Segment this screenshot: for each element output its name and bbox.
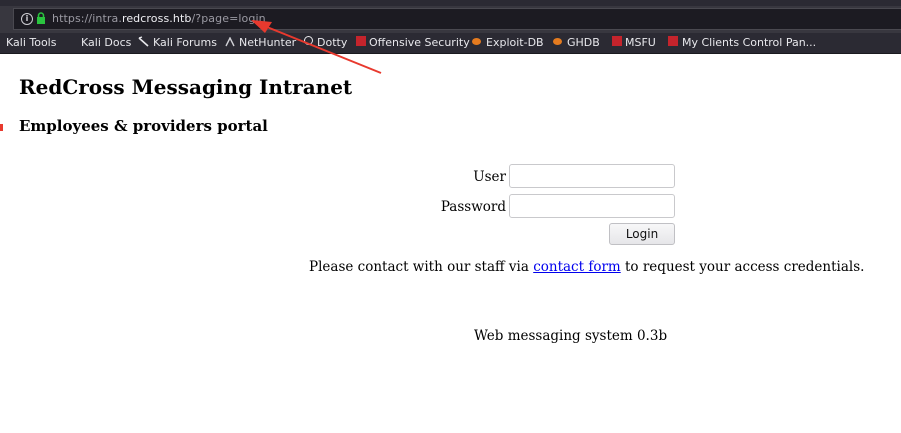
lock-icon — [37, 12, 45, 24]
password-label: Password — [440, 199, 506, 215]
contact-form-link[interactable]: contact form — [533, 259, 621, 275]
note-text-after: to request your access credentials. — [620, 259, 865, 275]
page-title: RedCross Messaging Intranet — [19, 75, 353, 99]
kali-forums-icon — [138, 36, 149, 47]
bookmark-ghdb[interactable]: GHDB — [567, 35, 600, 51]
bookmark-kali-tools[interactable]: Kali Tools — [6, 35, 56, 51]
info-icon[interactable]: i — [21, 13, 33, 25]
page-content: RedCross Messaging Intranet Employees & … — [0, 54, 901, 433]
bookmark-kali-forums[interactable]: Kali Forums — [153, 35, 217, 51]
login-button[interactable]: Login — [609, 223, 675, 245]
bookmark-exploit-db[interactable]: Exploit-DB — [486, 35, 544, 51]
address-bar[interactable]: i https://intra.redcross.htb/?page=login — [13, 8, 901, 30]
nethunter-icon — [225, 37, 235, 47]
globe-icon — [304, 36, 313, 45]
bookmarks-toolbar: Kali Tools Kali Docs Kali Forums NetHunt… — [0, 33, 901, 79]
navigation-toolbar: i https://intra.redcross.htb/?page=login — [0, 6, 901, 33]
ghdb-icon — [553, 38, 562, 45]
bookmark-dotty[interactable]: Dotty — [317, 35, 347, 51]
access-note: Please contact with our staff via contac… — [309, 258, 864, 276]
user-input[interactable] — [509, 164, 675, 188]
page-subtitle: Employees & providers portal — [19, 117, 268, 135]
offsec-icon — [356, 36, 366, 46]
bookmark-nethunter[interactable]: NetHunter — [239, 35, 296, 51]
bookmark-offensive-security[interactable]: Offensive Security — [369, 35, 470, 51]
note-text-before: Please contact with our staff via — [309, 259, 534, 275]
password-input[interactable] — [509, 194, 675, 218]
bookmark-my-clients-control-panel[interactable]: My Clients Control Pan... — [682, 35, 816, 51]
bookmark-msfu[interactable]: MSFU — [625, 35, 656, 51]
offsec-icon — [612, 36, 622, 46]
exploitdb-icon — [472, 38, 481, 45]
url-text: https://intra.redcross.htb/?page=login — [52, 12, 266, 25]
annotation-mark — [0, 124, 3, 131]
user-label: User — [473, 169, 506, 185]
bookmark-kali-docs[interactable]: Kali Docs — [81, 35, 131, 51]
footer-version: Web messaging system 0.3b — [474, 328, 668, 344]
offsec-icon — [668, 36, 678, 46]
